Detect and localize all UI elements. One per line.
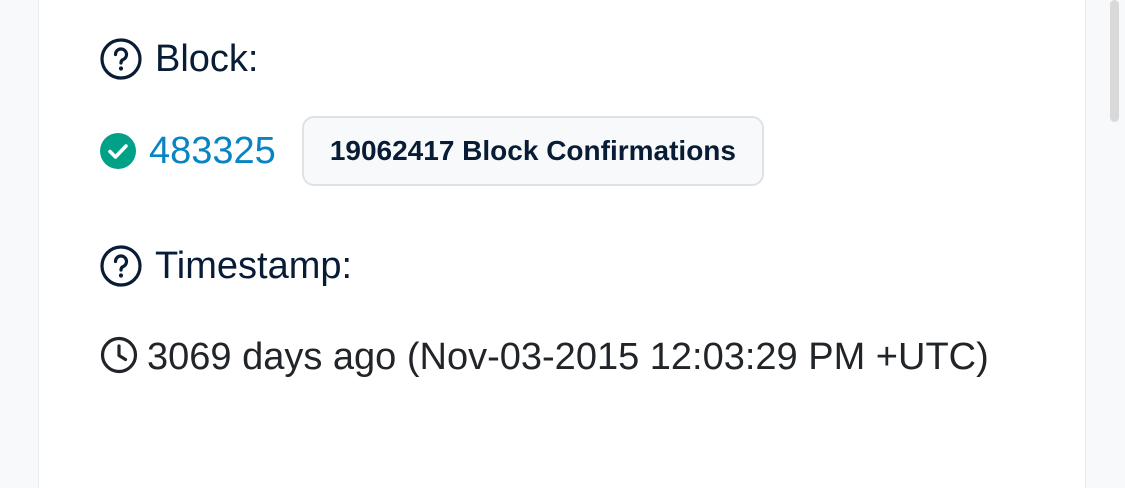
clock-icon (99, 333, 139, 374)
question-circle-icon[interactable] (99, 37, 143, 81)
question-circle-icon[interactable] (99, 244, 143, 288)
timestamp-label: Timestamp: (155, 244, 353, 287)
timestamp-heading: Timestamp: (99, 241, 352, 291)
block-confirmations-badge: 19062417 Block Confirmations (301, 116, 764, 186)
check-circle-icon (99, 132, 137, 170)
block-label: Block: (155, 37, 259, 80)
timestamp-value: 3069 days ago (Nov-03-2015 12:03:29 PM +… (147, 336, 989, 378)
block-value-row: 483325 19062417 Block Confirmations (99, 114, 764, 188)
timestamp-value-row: 3069 days ago (Nov-03-2015 12:03:29 PM +… (99, 327, 999, 387)
scrollbar-thumb[interactable] (1110, 0, 1119, 122)
block-number-link[interactable]: 483325 (149, 130, 276, 173)
transaction-details-card: Block: 483325 19062417 Block Confirmatio… (38, 0, 1086, 488)
block-heading: Block: (99, 34, 258, 84)
